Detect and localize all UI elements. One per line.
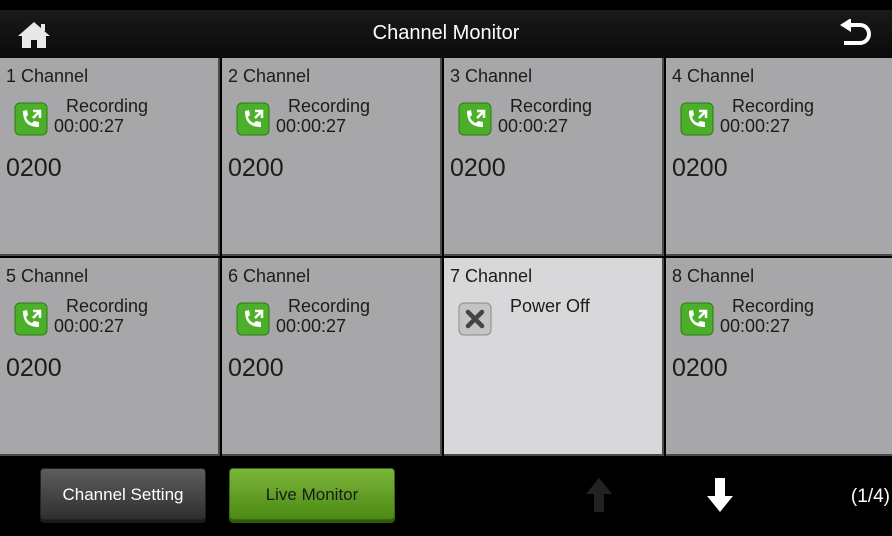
arrow-down-icon[interactable]	[705, 476, 735, 514]
channel-cell-4[interactable]: 4 Channel Recording 00:00:27 0200	[666, 58, 892, 256]
header-bar: Channel Monitor	[0, 10, 892, 58]
status-text: Recording 00:00:27	[720, 296, 815, 336]
status-text: Recording 00:00:27	[54, 296, 149, 336]
duration: 00:00:27	[54, 316, 125, 336]
footer-bar: Channel Setting Live Monitor (1/4)	[0, 458, 892, 536]
channel-code: 0200	[450, 154, 506, 182]
status-text: Recording 00:00:27	[498, 96, 593, 136]
page-indicator: (1/4)	[850, 486, 890, 507]
channel-label: 5 Channel	[6, 266, 89, 286]
channel-code: 0200	[228, 354, 284, 382]
channel-code: 0200	[6, 354, 62, 382]
duration: 00:00:27	[498, 116, 569, 136]
arrow-up-icon[interactable]	[584, 476, 614, 514]
status-label: Power Off	[510, 296, 590, 316]
status-text: Recording 00:00:27	[276, 96, 371, 136]
channel-label: 4 Channel	[672, 66, 755, 86]
status-label: Recording	[288, 296, 371, 316]
channel-grid: 1 Channel Recording 00:00:27 0200 2 Chan…	[0, 58, 892, 458]
phone-recording-icon	[236, 302, 270, 336]
phone-recording-icon	[236, 102, 270, 136]
status-label: Recording	[732, 296, 815, 316]
status-text: Power Off	[510, 296, 590, 316]
duration: 00:00:27	[276, 116, 347, 136]
channel-cell-8[interactable]: 8 Channel Recording 00:00:27 0200	[666, 258, 892, 456]
channel-cell-5[interactable]: 5 Channel Recording 00:00:27 0200	[0, 258, 220, 456]
status-text: Recording 00:00:27	[720, 96, 815, 136]
channel-label: 6 Channel	[228, 266, 311, 286]
channel-label: 7 Channel	[450, 266, 533, 286]
page-title: Channel Monitor	[372, 22, 520, 44]
channel-cell-3[interactable]: 3 Channel Recording 00:00:27 0200	[444, 58, 664, 256]
channel-cell-7[interactable]: 7 Channel Power Off	[444, 258, 664, 456]
status-text: Recording 00:00:27	[54, 96, 149, 136]
live-monitor-button[interactable]: Live Monitor	[229, 468, 395, 520]
status-label: Recording	[288, 96, 371, 116]
phone-recording-icon	[14, 302, 48, 336]
channel-label: 3 Channel	[450, 66, 533, 86]
phone-recording-icon	[458, 102, 492, 136]
status-label: Recording	[732, 96, 815, 116]
channel-cell-1[interactable]: 1 Channel Recording 00:00:27 0200	[0, 58, 220, 256]
close-icon	[458, 302, 492, 336]
duration: 00:00:27	[54, 116, 125, 136]
phone-recording-icon	[14, 102, 48, 136]
status-text: Recording 00:00:27	[276, 296, 371, 336]
channel-cell-2[interactable]: 2 Channel Recording 00:00:27 0200	[222, 58, 442, 256]
channel-label: 8 Channel	[672, 266, 755, 286]
channel-code: 0200	[228, 154, 284, 182]
back-icon[interactable]	[838, 19, 872, 49]
channel-code: 0200	[672, 154, 728, 182]
duration: 00:00:27	[720, 316, 791, 336]
duration: 00:00:27	[720, 116, 791, 136]
duration: 00:00:27	[276, 316, 347, 336]
status-label: Recording	[66, 96, 149, 116]
phone-recording-icon	[680, 302, 714, 336]
status-label: Recording	[66, 296, 149, 316]
channel-label: 2 Channel	[228, 66, 311, 86]
channel-code: 0200	[672, 354, 728, 382]
channel-label: 1 Channel	[6, 66, 89, 86]
channel-code: 0200	[6, 154, 62, 182]
channel-cell-6[interactable]: 6 Channel Recording 00:00:27 0200	[222, 258, 442, 456]
channel-setting-button[interactable]: Channel Setting	[40, 468, 206, 520]
status-label: Recording	[510, 96, 593, 116]
phone-recording-icon	[680, 102, 714, 136]
